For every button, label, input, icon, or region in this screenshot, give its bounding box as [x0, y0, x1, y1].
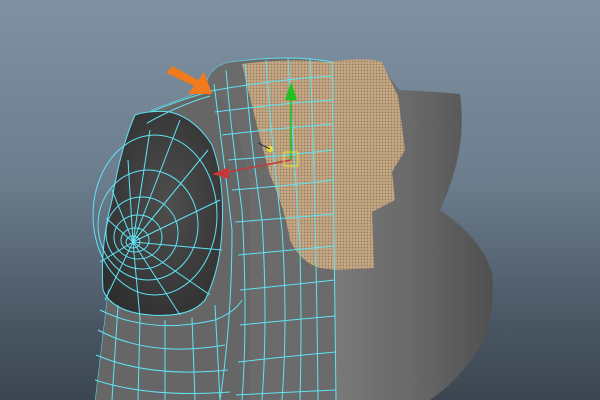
3d-viewport[interactable]: [0, 0, 600, 400]
annotation-arrow-icon: [164, 66, 212, 94]
armhole-cavity: [102, 111, 223, 316]
